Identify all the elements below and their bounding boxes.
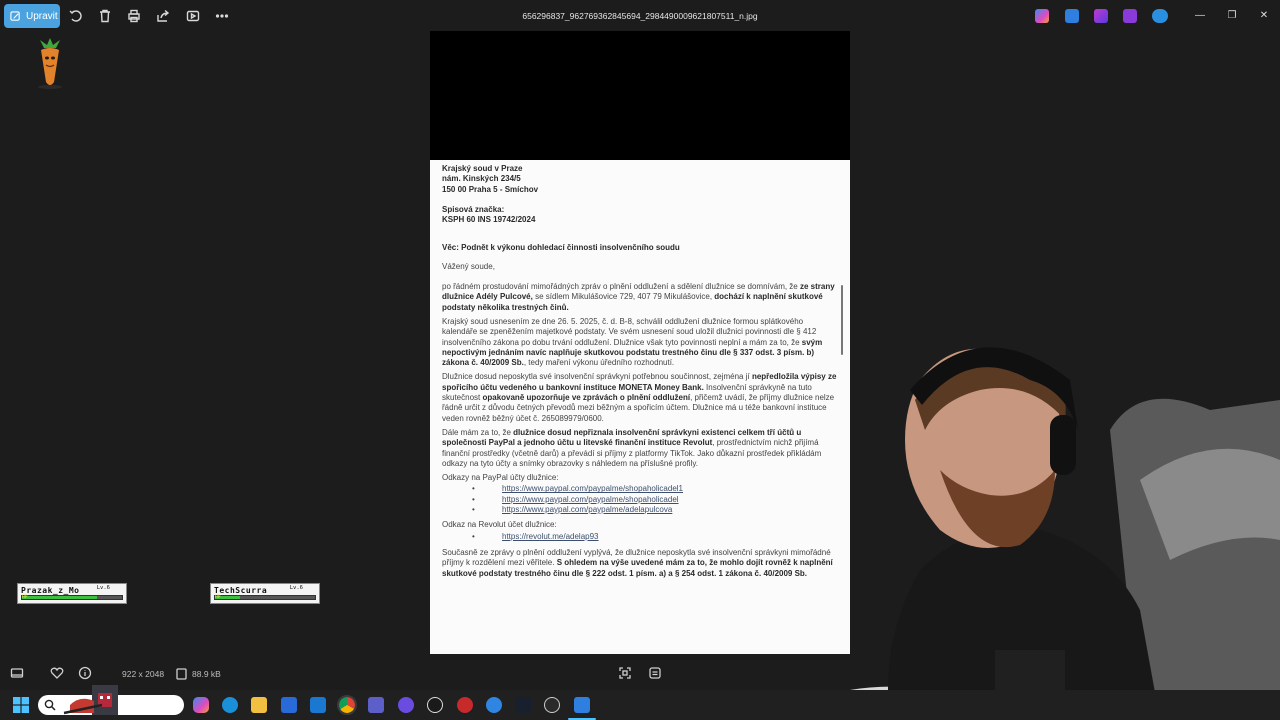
designer-icon[interactable] — [1094, 9, 1108, 23]
rotate-icon — [69, 10, 82, 22]
paragraph-1: po řádném prostudování mimořádných zpráv… — [442, 282, 838, 313]
github-taskbar-icon[interactable] — [544, 697, 560, 713]
info-bar: 922 x 2048 88.9 kB — [0, 660, 1280, 686]
revolut-link: https://revolut.me/adelap93 — [472, 532, 838, 543]
text-run: po řádném prostudování mimořádných zpráv… — [442, 282, 800, 292]
slideshow-icon — [186, 10, 200, 22]
trash-icon — [100, 9, 110, 23]
info-icon — [78, 666, 92, 680]
paragraph-5: Současně ze zprávy o plnění oddlužení vy… — [442, 548, 838, 579]
rotate-button[interactable] — [66, 6, 86, 26]
filmstrip-icon — [10, 668, 24, 678]
heart-icon — [50, 667, 64, 679]
hp-bar-fill — [22, 596, 97, 599]
image-dimensions: 922 x 2048 — [122, 669, 165, 679]
print-button[interactable] — [124, 6, 144, 26]
viewer-level: Lv.6 — [96, 585, 110, 591]
carrot-mascot-image — [38, 38, 62, 89]
document-subject: Věc: Podnět k výkonu dohledací činnosti … — [442, 243, 680, 253]
edit-button-label: Upravit — [26, 10, 58, 22]
salutation: Vážený soude, — [442, 261, 495, 271]
address-line: 150 00 Praha 5 - Smíchov — [442, 184, 539, 194]
taskbar-search-box[interactable] — [38, 685, 184, 715]
more-icon — [215, 14, 229, 18]
paypal-link-list: https://www.paypal.com/paypalme/shopahol… — [442, 484, 838, 515]
top-toolbar: Upravit 656296837_962769362845694_298449… — [0, 0, 1280, 32]
start-button[interactable] — [13, 697, 29, 713]
slideshow-button[interactable] — [183, 6, 203, 26]
maximize-button[interactable]: ❐ — [1225, 9, 1239, 23]
clipchamp-icon[interactable] — [1123, 9, 1137, 23]
address-line: Krajský soud v Praze — [442, 164, 523, 173]
windows-taskbar — [0, 690, 1280, 720]
file-size-icon — [175, 667, 189, 681]
edge-taskbar-icon[interactable] — [222, 697, 238, 713]
text-run-bold: opakovaně upozorňuje ve zprávách o plněn… — [482, 393, 691, 403]
text-run: , tedy maření výkonu úředního rozhodnutí… — [523, 358, 675, 368]
revolut-label: Odkaz na Revolut účet dlužnice: — [442, 520, 557, 530]
revolut-link-list: https://revolut.me/adelap93 — [442, 532, 838, 543]
hp-bar — [214, 595, 316, 600]
print-icon — [128, 9, 140, 23]
streaming-taskbar-icon[interactable] — [486, 697, 502, 713]
redacted-black-area — [430, 31, 850, 160]
minimize-button[interactable]: — — [1193, 9, 1207, 23]
actual-size-icon — [649, 667, 661, 679]
copilot-taskbar-icon[interactable] — [193, 697, 209, 713]
discord-taskbar-icon[interactable] — [398, 697, 414, 713]
edit-button[interactable]: Upravit — [4, 4, 60, 28]
delete-button[interactable] — [95, 6, 115, 26]
wordpress-taskbar-icon[interactable] — [427, 697, 443, 713]
edit-icon — [10, 10, 20, 21]
onedrive-icon[interactable] — [1152, 9, 1168, 23]
search-icon — [44, 699, 56, 711]
hp-label: HP — [22, 595, 28, 600]
share-button[interactable] — [153, 6, 173, 26]
file-explorer-taskbar-icon[interactable] — [251, 697, 267, 713]
search-highlight-image — [63, 685, 118, 715]
paypal-label: Odkazy na PayPal účty dlužnice: — [442, 473, 559, 483]
paragraph-4: Dále mám za to, že dlužnice dosud nepřiz… — [442, 428, 838, 469]
hp-bar — [21, 595, 123, 600]
photos-editor-icon[interactable] — [1065, 9, 1079, 23]
actual-size-button[interactable] — [648, 666, 662, 680]
text-run: Dlužnice dosud neposkytla své insolvenčn… — [442, 372, 752, 382]
mail-taskbar-icon[interactable] — [310, 697, 326, 713]
photos-taskbar-icon[interactable] — [574, 697, 590, 713]
text-run: Dále mám za to, že — [442, 427, 514, 437]
address-line: nám. Kinských 234/5 — [442, 174, 521, 184]
photos-app-window: Upravit 656296837_962769362845694_298449… — [0, 0, 1280, 720]
store-taskbar-icon[interactable] — [281, 697, 297, 713]
paypal-link: https://www.paypal.com/paypalme/shopahol… — [472, 484, 838, 495]
share-icon — [157, 9, 170, 22]
close-button[interactable]: ✕ — [1257, 9, 1271, 23]
fit-to-window-button[interactable] — [618, 666, 632, 680]
viewer-hp-card: TechScurra Lv.6 HP — [210, 583, 320, 604]
document-image: Krajský soud v Praze nám. Kinských 234/5… — [430, 160, 850, 654]
more-button[interactable] — [212, 6, 232, 26]
copilot-icon[interactable] — [1035, 9, 1049, 23]
viewer-hp-card: Prazak_z_Mo Lv.6 HP — [17, 583, 127, 604]
file-number: KSPH 60 INS 19742/2024 — [442, 215, 536, 225]
chrome-taskbar-icon[interactable] — [337, 695, 357, 715]
paragraph-3: Dlužnice dosud neposkytla své insolvenčn… — [442, 372, 838, 423]
file-name-title: 656296837_962769362845694_29844900096218… — [522, 11, 758, 21]
recording-taskbar-icon[interactable] — [457, 697, 473, 713]
paypal-link: https://www.paypal.com/paypalme/adelapul… — [472, 505, 838, 516]
text-run: Krajský soud usnesením ze dne 26. 5. 202… — [442, 316, 817, 347]
file-number-label: Spisová značka: — [442, 204, 505, 214]
filmstrip-button[interactable] — [10, 666, 24, 680]
text-run: se sídlem Mikulášovice 729, 407 79 Mikul… — [532, 292, 715, 302]
paypal-link: https://www.paypal.com/paypalme/shopahol… — [472, 495, 838, 506]
favorite-button[interactable] — [50, 666, 64, 680]
file-size: 88.9 kB — [192, 669, 221, 679]
hp-label: HP — [215, 595, 221, 600]
fit-icon — [619, 667, 631, 679]
info-button[interactable] — [78, 666, 92, 680]
paragraph-2: Krajský soud usnesením ze dne 26. 5. 202… — [442, 317, 838, 368]
steam-taskbar-icon[interactable] — [515, 697, 531, 713]
viewer-level: Lv.6 — [289, 585, 303, 591]
teams-taskbar-icon[interactable] — [368, 697, 384, 713]
